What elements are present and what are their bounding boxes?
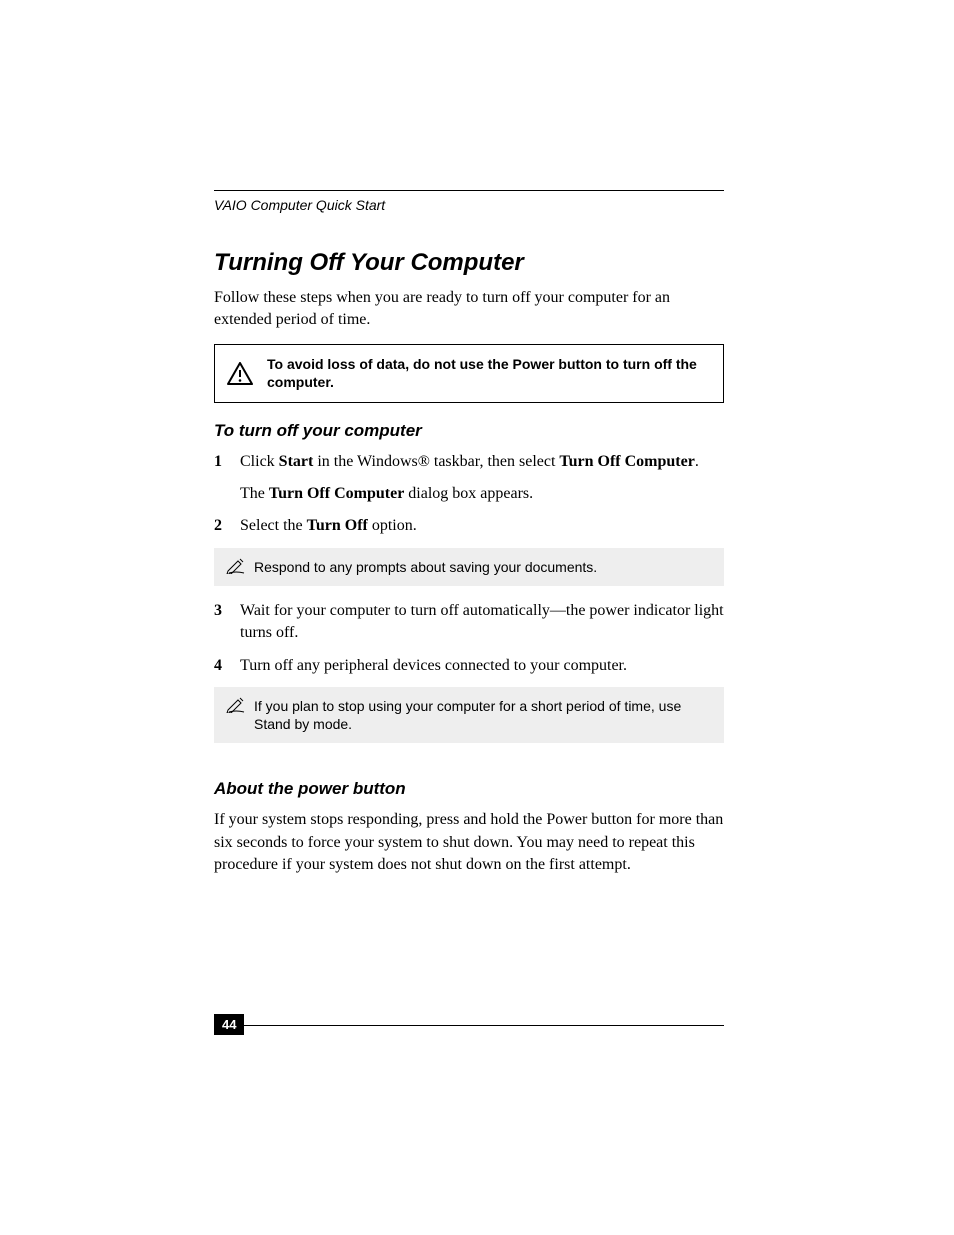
section-heading-about-power: About the power button (214, 779, 724, 799)
step-4: 4 Turn off any peripheral devices connec… (214, 655, 724, 677)
warning-callout: To avoid loss of data, do not use the Po… (214, 344, 724, 402)
page-title: Turning Off Your Computer (214, 249, 724, 277)
step-number: 3 (214, 600, 226, 645)
running-header: VAIO Computer Quick Start (214, 197, 724, 213)
note-standby: If you plan to stop using your computer … (214, 687, 724, 743)
pencil-icon (226, 697, 246, 713)
step-number: 1 (214, 451, 226, 506)
header-rule (214, 190, 724, 191)
step-number: 4 (214, 655, 226, 677)
page-number: 44 (214, 1014, 244, 1035)
note-text: If you plan to stop using your computer … (254, 697, 712, 733)
about-power-body: If your system stops responding, press a… (214, 809, 724, 876)
intro-paragraph: Follow these steps when you are ready to… (214, 287, 724, 330)
warning-text: To avoid loss of data, do not use the Po… (267, 355, 707, 391)
step-1-line-2: The Turn Off Computer dialog box appears… (240, 483, 724, 505)
page-footer: 44 (214, 1014, 724, 1035)
step-2-line-1: Select the Turn Off option. (240, 515, 724, 537)
step-number: 2 (214, 515, 226, 537)
step-4-text: Turn off any peripheral devices connecte… (240, 655, 724, 677)
document-page: VAIO Computer Quick Start Turning Off Yo… (0, 0, 954, 1235)
step-3-text: Wait for your computer to turn off autom… (240, 600, 724, 645)
note-save-documents: Respond to any prompts about saving your… (214, 548, 724, 586)
step-1: 1 Click Start in the Windows® taskbar, t… (214, 451, 724, 506)
section-heading-turn-off: To turn off your computer (214, 421, 724, 441)
pencil-icon (226, 558, 246, 574)
footer-rule (244, 1005, 724, 1026)
step-2: 2 Select the Turn Off option. (214, 515, 724, 537)
step-1-line-1: Click Start in the Windows® taskbar, the… (240, 451, 724, 473)
step-3: 3 Wait for your computer to turn off aut… (214, 600, 724, 645)
warning-icon (227, 362, 253, 385)
note-text: Respond to any prompts about saving your… (254, 558, 597, 576)
